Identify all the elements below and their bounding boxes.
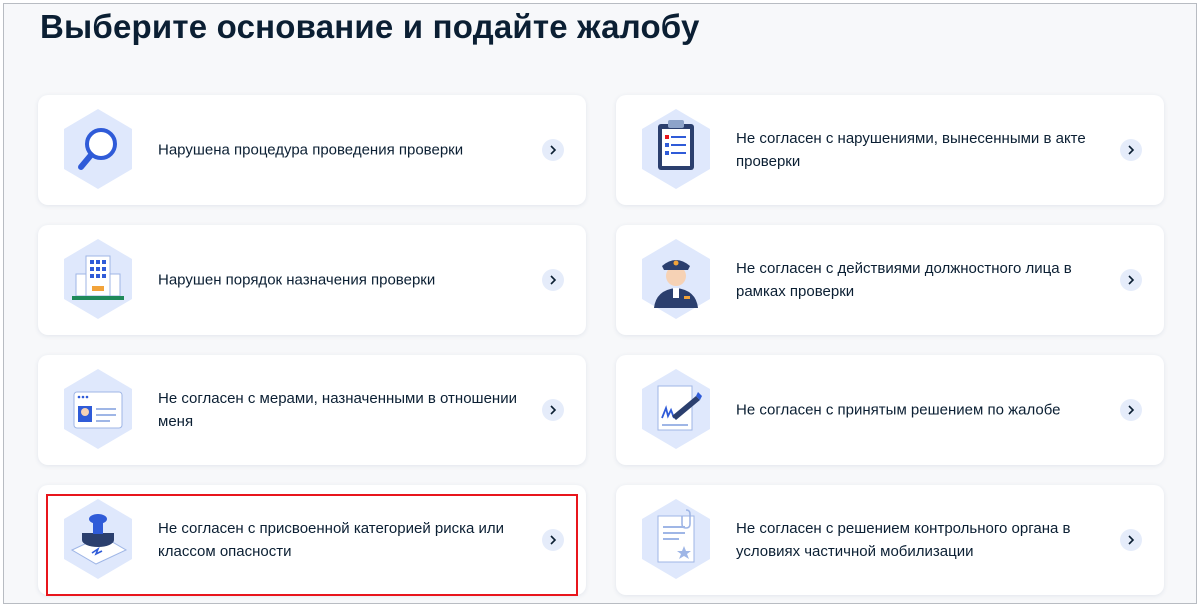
option-label: Не согласен с действиями должностного ли… (736, 260, 1072, 300)
page-frame: Выберите основание и подайте жалобу Нару… (3, 3, 1197, 604)
clipboard-icon (658, 120, 694, 170)
option-card-complaint-decision[interactable]: Не согласен с принятым решением по жалоб… (616, 355, 1164, 465)
option-label: Нарушена процедура проведения проверки (158, 141, 464, 159)
option-card-risk-category[interactable]: Не согласен с присвоенной категорией рис… (38, 485, 586, 595)
option-card-act-violations[interactable]: Не согласен с нарушениями, вынесенными в… (616, 95, 1164, 205)
stamp-icon (70, 514, 128, 565)
chevron-right-icon[interactable] (542, 269, 564, 291)
chevron-right-icon[interactable] (1120, 269, 1142, 291)
option-card-mobilization[interactable]: Не согласен с решением контрольного орга… (616, 485, 1164, 595)
chevron-right-icon[interactable] (542, 529, 564, 551)
option-label: Не согласен с присвоенной категорией рис… (158, 520, 505, 560)
chevron-right-icon[interactable] (542, 139, 564, 161)
option-label: Не согласен с принятым решением по жалоб… (736, 401, 1061, 419)
id-card-icon (73, 391, 123, 429)
option-card-measures[interactable]: Не согласен с мерами, назначенными в отн… (38, 355, 586, 465)
signed-document-icon (657, 385, 702, 431)
building-icon (72, 255, 124, 300)
chevron-right-icon[interactable] (542, 399, 564, 421)
option-label: Не согласен с нарушениями, вынесенными в… (736, 130, 1086, 170)
option-label: Нарушен порядок назначения проверки (158, 271, 436, 289)
officer-icon (654, 260, 698, 308)
option-card-official-actions[interactable]: Не согласен с действиями должностного ли… (616, 225, 1164, 335)
page-title: Выберите основание и подайте жалобу (40, 8, 700, 45)
option-label: Не согласен с решением контрольного орга… (736, 520, 1071, 560)
option-label: Не согласен с мерами, назначенными в отн… (158, 390, 517, 430)
magnifier-icon (78, 128, 117, 170)
chevron-right-icon[interactable] (1120, 529, 1142, 551)
document-star-icon (657, 509, 695, 563)
option-card-appointment-violated[interactable]: Нарушен порядок назначения проверки (38, 225, 586, 335)
chevron-right-icon[interactable] (1120, 139, 1142, 161)
chevron-right-icon[interactable] (1120, 399, 1142, 421)
option-card-procedure-violated[interactable]: Нарушена процедура проведения проверки (38, 95, 586, 205)
